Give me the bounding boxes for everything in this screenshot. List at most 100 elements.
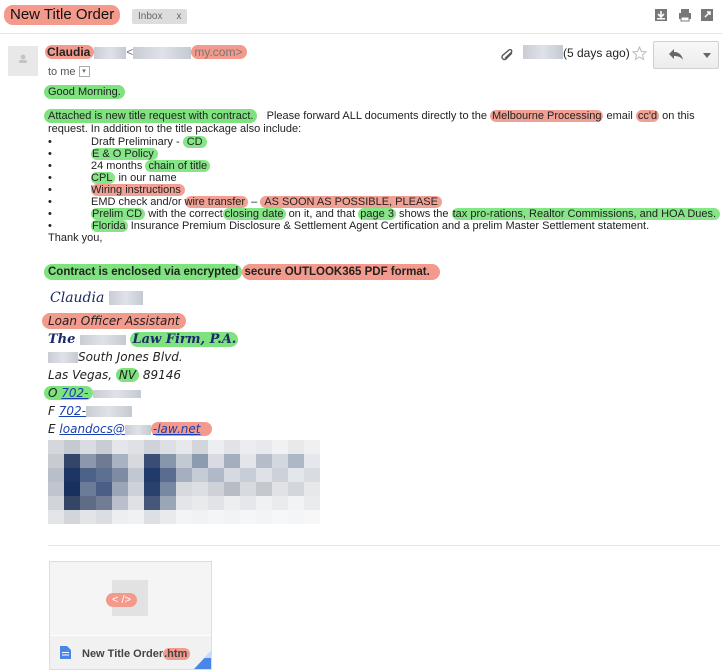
file-corner-icon [194,651,211,669]
chevron-down-icon [703,53,711,58]
firm-name-the: The [48,332,76,347]
list-item: EMD check and/or wire transfer – AS SOON… [91,196,442,208]
state-text: NV [115,368,140,382]
body-text: on this [662,110,695,122]
highlight-enclosed: Contract is enclosed via encrypted [44,264,243,280]
city-text: Las Vegas, [48,368,113,382]
attachment-card[interactable]: < /> New Title Order.htm [49,561,212,670]
paperclip-icon [501,49,513,61]
office-label: O 702- [44,386,93,400]
greeting: Good Morning. [44,85,125,99]
download-icon[interactable] [654,8,668,22]
remove-label-icon[interactable]: x [176,11,181,22]
list-item-text: Insurance Premium Disclosure & Settlemen… [130,220,650,232]
highlight-asap: AS SOON AS POSSIBLE, PLEASE [260,196,442,208]
attachment-preview: < /> [50,562,211,635]
bullet: • [48,172,52,184]
more-options-button[interactable] [696,41,719,69]
bullet: • [48,160,52,172]
highlight-wiring: Wiring instructions [91,184,185,196]
list-item: Prelim CD with the correct closing date o… [91,208,721,220]
highlight-closing-date: closing date [222,208,286,220]
signature-name: Claudia [50,290,143,306]
list-item-text: EMD check and/or [91,196,182,208]
inbox-label[interactable]: Inbox x [132,9,188,24]
star-icon[interactable] [632,46,647,61]
header-divider [0,33,722,34]
new-window-icon[interactable] [700,8,714,22]
fax-link[interactable]: 702- [59,404,86,418]
recipients: to me ▾ [48,65,90,78]
list-item: Wiring instructions [91,184,185,196]
list-item-text: on it, and that [288,208,356,220]
highlight-processing: Melbourne Processing [490,110,604,122]
sender-email[interactable]: my.com> [191,45,248,59]
reply-icon [669,49,683,60]
fax-label: F [48,404,55,418]
highlight-cd: CD [182,136,207,148]
highlight-cpl: CPL [91,172,116,184]
signature-title-text: Loan Officer Assistant [42,313,186,329]
redacted-block [48,352,78,363]
attachment-extension: .htm [163,648,191,660]
details-toggle-icon[interactable]: ▾ [78,65,90,77]
highlight-page-3: page 3 [358,208,396,220]
office-phone-link[interactable]: 702- [61,386,88,400]
highlight-tax-prorations: tax pro-rations, Realtor Commissions, an… [451,208,721,220]
highlight-attached: Attached is new title request with contr… [44,109,258,123]
sender-name[interactable]: Claudia [45,45,95,59]
received-time: (5 days ago) [563,46,630,60]
attachment-name: New Title Order.htm [82,648,191,660]
highlight-chain-of-title: chain of title [145,160,211,172]
list-item-text: 24 months [91,160,143,172]
bullet: • [48,136,52,148]
list-item-text: with the correct [148,208,223,220]
redacted-block [523,45,563,59]
thank-you: Thank you, [48,232,103,244]
redacted-block [85,406,132,417]
inbox-label-text: Inbox [138,11,163,22]
print-icon[interactable] [678,8,692,22]
body-text: Please forward ALL documents directly to… [266,110,487,122]
bullet: • [48,220,52,232]
office-label-text: O [48,386,58,400]
zip-text: 89146 [142,368,182,382]
signature-email: E loandocs@ -law.net [48,422,213,436]
attachments-divider [48,545,720,546]
redacted-block [79,334,126,345]
highlight-eo-policy: E & O Policy [91,148,158,160]
list-item: E & O Policy [91,148,158,160]
signature-office-phone: O 702- [44,386,141,400]
highlight-ccd: cc'd [635,110,660,122]
html-glyph: < /> [106,593,137,607]
bullet: • [48,184,52,196]
list-item: Florida Insurance Premium Disclosure & S… [91,220,649,232]
attachment-footer: New Title Order.htm [50,636,211,669]
list-item: Draft Preliminary - CD [91,136,207,148]
firm-name: The Law Firm, P.A. [48,332,239,347]
email-link-user[interactable]: loandocs@ [59,422,124,436]
email-link-domain[interactable]: -law.net [153,422,201,436]
body-text: request. In addition to the title packag… [48,123,302,135]
list-item: CPL in our name [91,172,177,184]
redacted-block [94,46,127,59]
sender-email-prefix: < [126,45,134,59]
reply-button[interactable] [653,41,699,69]
person-icon [19,54,27,63]
signature-title: Loan Officer Assistant [42,313,186,329]
signature-name-text: Claudia [50,290,105,306]
email-label: E [48,422,56,436]
street-text: South Jones Blvd. [78,350,183,364]
firm-logo-image [48,440,320,524]
bullet: • [48,196,52,208]
body-text: email [606,110,633,122]
redacted-block [108,291,143,305]
highlight-florida: Florida [91,220,128,232]
redacted-block [92,389,141,398]
list-item-text: – [251,196,258,208]
firm-name-rest: Law Firm, P.A. [130,332,239,347]
bullet: • [48,148,52,160]
sender-line: Claudia < my.com> [45,45,248,59]
highlight-prelim-cd: Prelim CD [91,208,146,220]
list-item-text: Draft Preliminary - [91,136,180,148]
